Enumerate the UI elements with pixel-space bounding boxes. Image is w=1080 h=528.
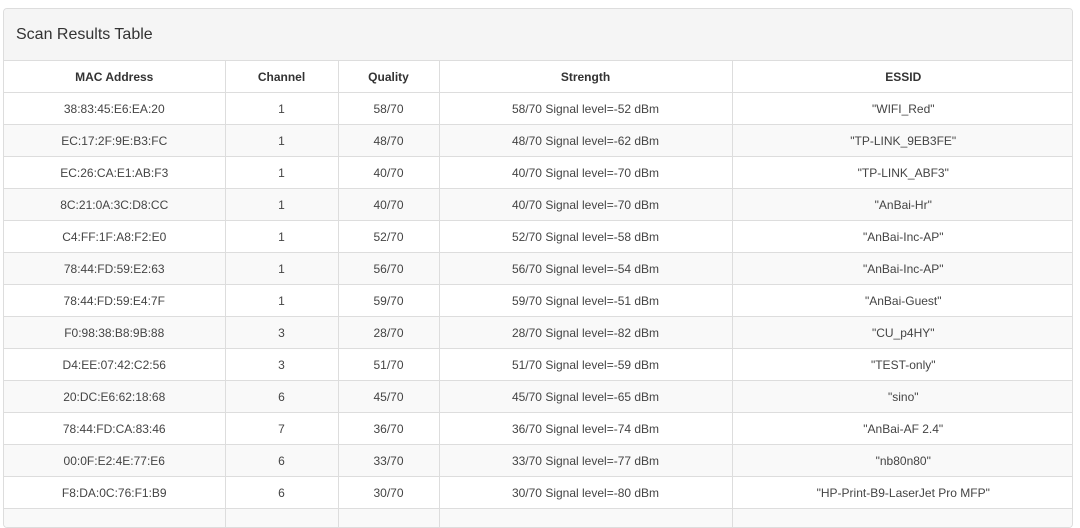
channel-cell: 1: [225, 189, 338, 221]
table-row[interactable]: 00:0F:E2:4E:77:E6633/7033/70 Signal leve…: [4, 445, 1073, 477]
essid-cell: "TEST-only": [732, 349, 1073, 381]
table-row[interactable]: 20:DC:E6:62:18:68645/7045/70 Signal leve…: [4, 381, 1073, 413]
quality-cell: 45/70: [338, 381, 439, 413]
essid-cell: "AnBai-Guest": [732, 285, 1073, 317]
quality-cell: 40/70: [338, 189, 439, 221]
mac-address-cell: 00:0F:E2:4E:77:E6: [4, 445, 225, 477]
channel-cell: 1: [225, 125, 338, 157]
quality-cell: 51/70: [338, 349, 439, 381]
mac-address-cell: D4:EE:07:42:C2:56: [4, 349, 225, 381]
strength-cell: 45/70 Signal level=-65 dBm: [439, 381, 732, 413]
essid-cell: "WIFI_Red": [732, 93, 1073, 125]
channel-cell: 3: [225, 317, 338, 349]
essid-cell: [732, 509, 1073, 528]
essid-cell: "AnBai-Inc-AP": [732, 221, 1073, 253]
mac-address-cell: 78:44:FD:59:E2:63: [4, 253, 225, 285]
column-header-channel[interactable]: Channel: [225, 61, 338, 93]
essid-cell: "AnBai-Hr": [732, 189, 1073, 221]
mac-address-cell: F0:98:38:B8:9B:88: [4, 317, 225, 349]
mac-address-cell: EC:17:2F:9E:B3:FC: [4, 125, 225, 157]
strength-cell: 36/70 Signal level=-74 dBm: [439, 413, 732, 445]
mac-address-cell: 78:44:FD:59:E4:7F: [4, 285, 225, 317]
channel-cell: 1: [225, 93, 338, 125]
table-row[interactable]: 78:44:FD:CA:83:46736/7036/70 Signal leve…: [4, 413, 1073, 445]
mac-address-cell: 20:DC:E6:62:18:68: [4, 381, 225, 413]
column-header-essid[interactable]: ESSID: [732, 61, 1073, 93]
panel-title: Scan Results Table: [16, 26, 153, 44]
quality-cell: 48/70: [338, 125, 439, 157]
essid-cell: "HP-Print-B9-LaserJet Pro MFP": [732, 477, 1073, 509]
strength-cell: 30/70 Signal level=-80 dBm: [439, 477, 732, 509]
essid-cell: "sino": [732, 381, 1073, 413]
quality-cell: 33/70: [338, 445, 439, 477]
column-header-mac-address[interactable]: MAC Address: [4, 61, 225, 93]
strength-cell: 59/70 Signal level=-51 dBm: [439, 285, 732, 317]
essid-cell: "TP-LINK_9EB3FE": [732, 125, 1073, 157]
table-body: 38:83:45:E6:EA:20158/7058/70 Signal leve…: [4, 93, 1073, 528]
quality-cell: 59/70: [338, 285, 439, 317]
channel-cell: 6: [225, 445, 338, 477]
mac-address-cell: F8:DA:0C:76:F1:B9: [4, 477, 225, 509]
channel-cell: 6: [225, 381, 338, 413]
table-row[interactable]: 8C:21:0A:3C:D8:CC140/7040/70 Signal leve…: [4, 189, 1073, 221]
quality-cell: [338, 509, 439, 528]
quality-cell: 40/70: [338, 157, 439, 189]
strength-cell: 40/70 Signal level=-70 dBm: [439, 189, 732, 221]
table-row[interactable]: EC:17:2F:9E:B3:FC148/7048/70 Signal leve…: [4, 125, 1073, 157]
quality-cell: 56/70: [338, 253, 439, 285]
channel-cell: 6: [225, 477, 338, 509]
table-row[interactable]: F8:DA:0C:76:F1:B9630/7030/70 Signal leve…: [4, 477, 1073, 509]
mac-address-cell: C4:FF:1F:A8:F2:E0: [4, 221, 225, 253]
channel-cell: 1: [225, 285, 338, 317]
table-row[interactable]: F0:98:38:B8:9B:88328/7028/70 Signal leve…: [4, 317, 1073, 349]
quality-cell: 30/70: [338, 477, 439, 509]
channel-cell: 1: [225, 221, 338, 253]
essid-cell: "AnBai-AF 2.4": [732, 413, 1073, 445]
strength-cell: 28/70 Signal level=-82 dBm: [439, 317, 732, 349]
strength-cell: [439, 509, 732, 528]
essid-cell: "CU_p4HY": [732, 317, 1073, 349]
table-header-row: MAC Address Channel Quality Strength ESS…: [4, 61, 1073, 93]
table-row[interactable]: [4, 509, 1073, 528]
table-row[interactable]: EC:26:CA:E1:AB:F3140/7040/70 Signal leve…: [4, 157, 1073, 189]
essid-cell: "AnBai-Inc-AP": [732, 253, 1073, 285]
mac-address-cell: [4, 509, 225, 528]
mac-address-cell: EC:26:CA:E1:AB:F3: [4, 157, 225, 189]
channel-cell: 1: [225, 157, 338, 189]
strength-cell: 52/70 Signal level=-58 dBm: [439, 221, 732, 253]
mac-address-cell: 38:83:45:E6:EA:20: [4, 93, 225, 125]
channel-cell: 1: [225, 253, 338, 285]
essid-cell: "TP-LINK_ABF3": [732, 157, 1073, 189]
strength-cell: 40/70 Signal level=-70 dBm: [439, 157, 732, 189]
strength-cell: 51/70 Signal level=-59 dBm: [439, 349, 732, 381]
table-row[interactable]: D4:EE:07:42:C2:56351/7051/70 Signal leve…: [4, 349, 1073, 381]
quality-cell: 52/70: [338, 221, 439, 253]
column-header-quality[interactable]: Quality: [338, 61, 439, 93]
table-row[interactable]: C4:FF:1F:A8:F2:E0152/7052/70 Signal leve…: [4, 221, 1073, 253]
channel-cell: [225, 509, 338, 528]
strength-cell: 56/70 Signal level=-54 dBm: [439, 253, 732, 285]
quality-cell: 58/70: [338, 93, 439, 125]
channel-cell: 3: [225, 349, 338, 381]
mac-address-cell: 8C:21:0A:3C:D8:CC: [4, 189, 225, 221]
panel-heading: Scan Results Table: [4, 9, 1072, 61]
channel-cell: 7: [225, 413, 338, 445]
mac-address-cell: 78:44:FD:CA:83:46: [4, 413, 225, 445]
table-row[interactable]: 78:44:FD:59:E2:63156/7056/70 Signal leve…: [4, 253, 1073, 285]
scan-results-table: MAC Address Channel Quality Strength ESS…: [4, 61, 1073, 528]
table-row[interactable]: 38:83:45:E6:EA:20158/7058/70 Signal leve…: [4, 93, 1073, 125]
quality-cell: 36/70: [338, 413, 439, 445]
column-header-strength[interactable]: Strength: [439, 61, 732, 93]
strength-cell: 48/70 Signal level=-62 dBm: [439, 125, 732, 157]
quality-cell: 28/70: [338, 317, 439, 349]
essid-cell: "nb80n80": [732, 445, 1073, 477]
scan-results-panel: Scan Results Table MAC Address Channel Q…: [3, 8, 1073, 528]
strength-cell: 33/70 Signal level=-77 dBm: [439, 445, 732, 477]
strength-cell: 58/70 Signal level=-52 dBm: [439, 93, 732, 125]
table-row[interactable]: 78:44:FD:59:E4:7F159/7059/70 Signal leve…: [4, 285, 1073, 317]
